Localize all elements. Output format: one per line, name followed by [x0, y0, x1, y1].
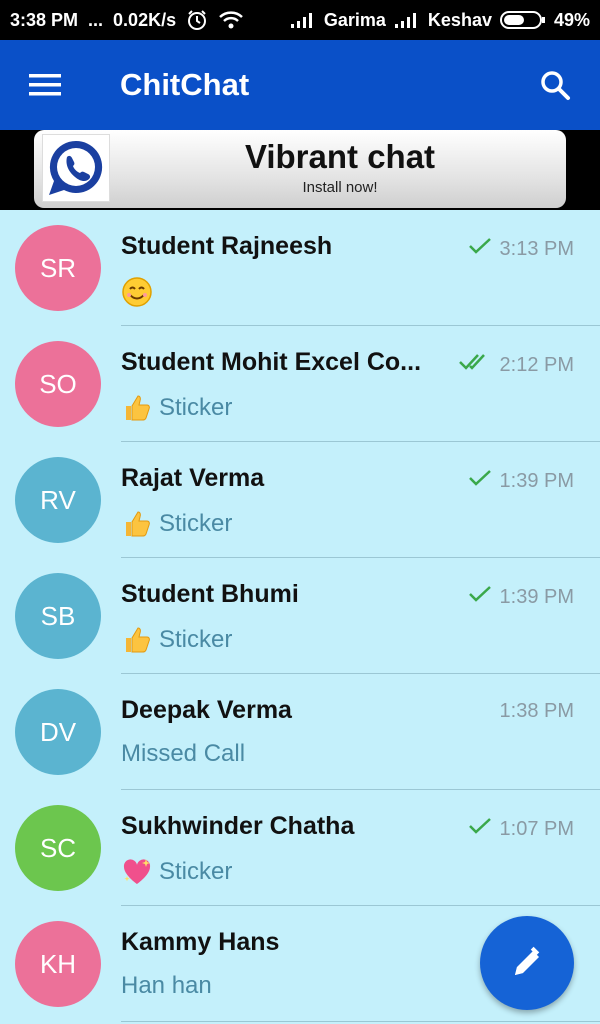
carrier-1: Garima	[323, 9, 386, 30]
ad-banner[interactable]: Vibrant chat Install now!	[34, 130, 566, 208]
time-text: 1:38 PM	[499, 700, 574, 722]
avatar[interactable]: SB	[15, 573, 101, 659]
battery-icon	[499, 10, 546, 30]
avatar[interactable]: DV	[15, 689, 101, 775]
avatar[interactable]: RV	[15, 457, 101, 543]
contact-name: Rajat Verma	[121, 464, 265, 492]
pencil-icon	[515, 946, 540, 975]
app-bar: ChitChat	[0, 40, 600, 130]
app-title: ChitChat	[120, 67, 250, 102]
check-icon	[468, 816, 492, 842]
contact-name: Student Bhumi	[121, 580, 299, 608]
time-text: 1:07 PM	[499, 817, 574, 840]
preview-text: Sticker	[159, 626, 233, 653]
chat-row[interactable]: RV Rajat Verma 1:39 PM Sticker	[0, 442, 600, 558]
message-preview: Han han	[121, 972, 212, 1000]
carrier-2: Keshav	[427, 9, 492, 30]
signal-icon	[290, 11, 316, 29]
network-speed: 0.02K/s	[113, 9, 177, 30]
preview-text: Han han	[121, 972, 212, 999]
message-preview: Sticker	[121, 624, 232, 656]
signal-icon	[394, 11, 420, 29]
message-preview: Sticker	[121, 392, 232, 424]
thumbs-up-icon	[121, 624, 153, 656]
hamburger-menu-icon	[29, 74, 61, 96]
time-text: 3:13 PM	[499, 237, 574, 260]
message-preview	[121, 276, 159, 308]
avatar[interactable]: SO	[15, 341, 101, 427]
message-time: 3:13 PM	[468, 236, 574, 262]
preview-text: Sticker	[159, 858, 233, 885]
search-button[interactable]	[510, 40, 600, 130]
message-time: 1:39 PM	[468, 468, 574, 494]
time-text: 1:39 PM	[499, 469, 574, 492]
alarm-icon	[186, 9, 208, 31]
preview-text: Missed Call	[121, 740, 246, 767]
avatar[interactable]: SC	[15, 805, 101, 891]
ad-subtitle: Install now!	[302, 179, 378, 196]
message-time: 2:12 PM	[458, 352, 574, 378]
chat-row[interactable]: DV Deepak Verma 1:38 PM Missed Call	[0, 674, 600, 790]
avatar[interactable]: KH	[15, 921, 101, 1007]
message-preview: Sticker	[121, 508, 232, 540]
check-icon	[468, 236, 492, 262]
time-text: 1:39 PM	[499, 585, 574, 608]
chat-row[interactable]: SO Student Mohit Excel Co... 2:12 PM Sticke…	[0, 326, 600, 442]
smiley-icon	[121, 276, 153, 308]
ad-title: Vibrant chat	[244, 138, 436, 175]
message-preview: Missed Call	[121, 740, 245, 768]
status-dots: ...	[88, 9, 104, 30]
preview-text: Sticker	[159, 394, 233, 421]
avatar[interactable]: SR	[15, 225, 101, 311]
double-check-icon	[458, 352, 492, 378]
chat-row[interactable]: SR Student Rajneesh 3:13 PM	[0, 210, 600, 326]
message-preview: Sticker	[121, 856, 232, 888]
status-time: 3:38 PM	[10, 9, 79, 30]
chat-list: SR Student Rajneesh 3:13 PM SO Student Mohit…	[0, 210, 600, 1022]
ad-banner-strip: Vibrant chat Install now!	[0, 130, 600, 210]
contact-name: Student Rajneesh	[121, 232, 333, 260]
compose-button[interactable]	[480, 916, 574, 1010]
chat-row[interactable]: SC Sukhwinder Chatha 1:07 PM Sticker	[0, 790, 600, 906]
divider	[121, 1021, 600, 1022]
menu-button[interactable]	[0, 40, 90, 130]
check-icon	[468, 584, 492, 610]
message-time: 1:39 PM	[468, 584, 574, 610]
message-time: 1:07 PM	[468, 816, 574, 842]
sparkling-heart-icon	[121, 856, 153, 888]
preview-text: Sticker	[159, 510, 233, 537]
contact-name: Kammy Hans	[121, 928, 280, 956]
thumbs-up-icon	[121, 392, 153, 424]
contact-name: Student Mohit Excel Co...	[121, 348, 422, 376]
wifi-icon	[218, 10, 244, 30]
time-text: 2:12 PM	[499, 353, 574, 376]
search-icon	[541, 71, 570, 100]
thumbs-up-icon	[121, 508, 153, 540]
chat-row[interactable]: SB Student Bhumi 1:39 PM Sticker	[0, 558, 600, 674]
message-time: 1:38 PM	[500, 700, 574, 723]
contact-name: Deepak Verma	[121, 696, 292, 724]
status-bar: 3:38 PM ... 0.02K/s Garima Keshav 49%	[0, 0, 600, 40]
battery-percent: 49%	[553, 9, 590, 30]
contact-name: Sukhwinder Chatha	[121, 812, 355, 840]
check-icon	[468, 468, 492, 494]
